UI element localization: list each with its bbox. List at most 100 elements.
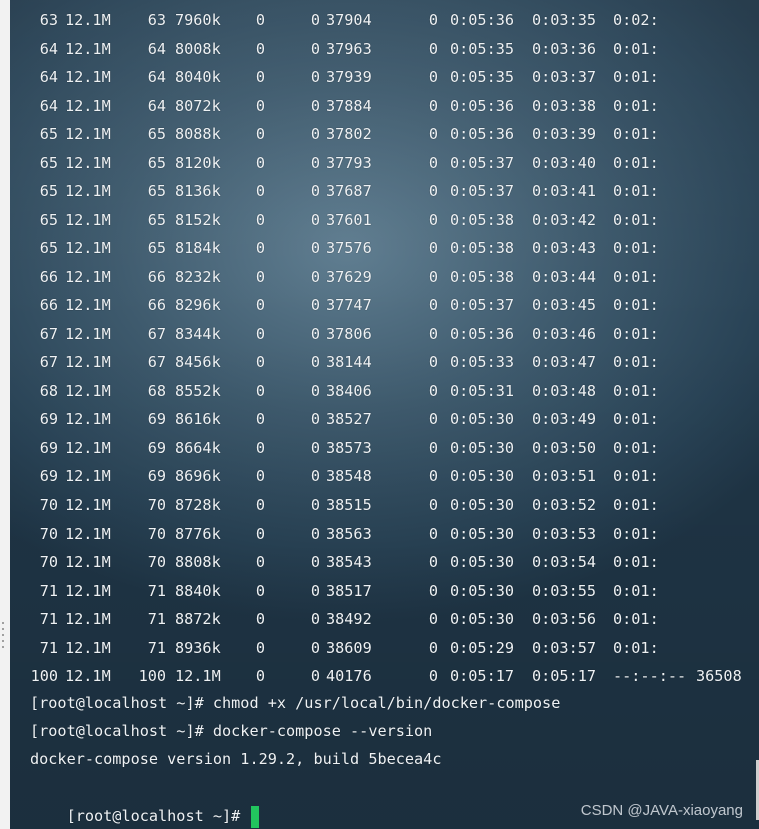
progress-cell: 0:05:30	[450, 524, 515, 543]
progress-cell: 0	[310, 638, 320, 657]
progress-cell: 67	[39, 353, 58, 372]
progress-cell: 12.1M	[65, 524, 111, 543]
progress-cell: 0	[310, 381, 320, 400]
progress-cell: 8120k	[175, 153, 221, 172]
progress-cell: 64	[39, 68, 58, 87]
progress-cell: 65	[147, 153, 166, 172]
progress-cell: 0:03:43	[532, 239, 597, 258]
progress-cell: 0:03:46	[532, 324, 597, 343]
progress-cell: 38573	[326, 438, 372, 457]
resize-grip-dot	[2, 646, 4, 648]
progress-cell: 0:03:49	[532, 410, 597, 429]
progress-cell: 8184k	[175, 239, 221, 258]
progress-cell: 0	[310, 553, 320, 572]
progress-cell: 8040k	[175, 68, 221, 87]
progress-cell: 12.1M	[65, 638, 111, 657]
progress-cell: 66	[147, 267, 166, 286]
progress-cell: 0:03:36	[532, 39, 597, 58]
progress-cell: 69	[39, 438, 58, 457]
progress-cell: 8936k	[175, 638, 221, 657]
progress-cell: 0:05:29	[450, 638, 515, 657]
progress-cell: 0	[255, 496, 265, 514]
progress-cell: 8664k	[175, 438, 221, 457]
progress-cell: 0	[255, 553, 265, 572]
progress-cell: 70	[39, 524, 58, 543]
progress-cell: 37884	[326, 96, 372, 115]
progress-cell: 0	[255, 581, 265, 600]
progress-cell: 12.1M	[65, 153, 111, 172]
progress-cell: 0:01:	[613, 296, 659, 315]
progress-cell: 67	[39, 324, 58, 343]
progress-cell: 0:03:41	[532, 182, 597, 201]
progress-cell: 64	[147, 39, 166, 58]
progress-cell: 0:01:	[613, 324, 659, 343]
progress-cell: 0	[428, 381, 438, 400]
progress-cell: 12.1M	[65, 324, 111, 343]
progress-cell: 0	[428, 210, 438, 229]
progress-row: 70 12.1M 70 8728k 0 0 38515 0 0:05:30 0:03:52 0:01…	[10, 491, 759, 519]
progress-cell: 0	[255, 467, 265, 486]
progress-cell: 38492	[326, 610, 372, 629]
progress-cell: 0:03:38	[532, 96, 597, 115]
progress-cell: 8296k	[175, 296, 221, 315]
progress-cell: 12.1M	[65, 381, 111, 400]
progress-cell: 66	[39, 267, 58, 286]
progress-row: 70 12.1M 70 8808k 0 0 38543 0 0:05:30 0:03:54 0:01…	[10, 548, 759, 576]
progress-cell: 0:01:	[613, 524, 659, 543]
progress-row: 69 12.1M 69 8696k 0 0 38548 0 0:05:30 0:03:51 0:01…	[10, 462, 759, 490]
progress-cell: 0:05:35	[450, 39, 515, 58]
progress-cell: 0	[428, 467, 438, 486]
progress-cell: 0:01:	[613, 610, 659, 629]
terminal-prompt-line[interactable]: [root@localhost ~]#	[30, 774, 260, 828]
progress-cell: 38548	[326, 467, 372, 486]
progress-row: 70 12.1M 70 8776k 0 0 38563 0 0:05:30 0:03:53 0:01…	[10, 520, 759, 548]
progress-row: 67 12.1M 67 8456k 0 0 38144 0 0:05:33 0:03:47 0:01…	[10, 348, 759, 376]
progress-cell: 70	[147, 524, 166, 543]
progress-row: 71 12.1M 71 8872k 0 0 38492 0 0:05:30 0:03:56 0:01…	[10, 605, 759, 633]
progress-cell: 70	[39, 496, 58, 514]
progress-cell: 0:05:38	[450, 239, 515, 258]
progress-cell: 0:03:51	[532, 467, 597, 486]
progress-cell: 38517	[326, 581, 372, 600]
progress-cell: 38527	[326, 410, 372, 429]
terminal-window[interactable]: 63 12.1M 63 7960k 0 0 37904 0 0:05:36 0:03:35 0:02…	[10, 0, 759, 829]
progress-row: 66 12.1M 66 8296k 0 0 37747 0 0:05:37 0:03:45 0:01…	[10, 291, 759, 319]
progress-cell: 0:05:30	[450, 438, 515, 457]
progress-cell: 8552k	[175, 381, 221, 400]
progress-cell: 0:05:37	[450, 182, 515, 201]
progress-cell: 0:05:17	[532, 667, 597, 686]
progress-cell: 63	[39, 11, 58, 29]
progress-cell: 0	[428, 353, 438, 372]
progress-cell: 0	[428, 182, 438, 201]
progress-cell: 0	[428, 610, 438, 629]
progress-cell: 8696k	[175, 467, 221, 486]
progress-cell: 37629	[326, 267, 372, 286]
progress-cell: 0:01:	[613, 581, 659, 600]
progress-cell: 8840k	[175, 581, 221, 600]
progress-cell: 12.1M	[65, 182, 111, 201]
progress-cell: 8776k	[175, 524, 221, 543]
progress-cell: 0:01:	[613, 182, 659, 201]
progress-cell: 0:01:	[613, 353, 659, 372]
progress-row: 71 12.1M 71 8840k 0 0 38517 0 0:05:30 0:03:55 0:01…	[10, 577, 759, 605]
progress-cell: 0	[310, 467, 320, 486]
progress-cell: 0	[255, 239, 265, 258]
progress-cell: 0:03:52	[532, 496, 597, 514]
progress-cell: 0	[255, 381, 265, 400]
progress-cell: 0	[428, 267, 438, 286]
progress-cell: 37687	[326, 182, 372, 201]
progress-cell: 71	[39, 610, 58, 629]
progress-cell: 100	[138, 667, 166, 686]
progress-cell: 0	[428, 496, 438, 514]
progress-cell: 0	[310, 11, 320, 29]
progress-cell: 0	[428, 324, 438, 343]
progress-cell: 0:03:54	[532, 553, 597, 572]
progress-cell: 0:01:	[613, 96, 659, 115]
progress-cell: 65	[147, 182, 166, 201]
progress-cell: 0:01:	[613, 553, 659, 572]
progress-cell: 38563	[326, 524, 372, 543]
progress-cell: 0:03:56	[532, 610, 597, 629]
progress-cell: 0	[310, 182, 320, 201]
progress-cell: 37802	[326, 125, 372, 144]
progress-cell: 0:01:	[613, 496, 659, 514]
